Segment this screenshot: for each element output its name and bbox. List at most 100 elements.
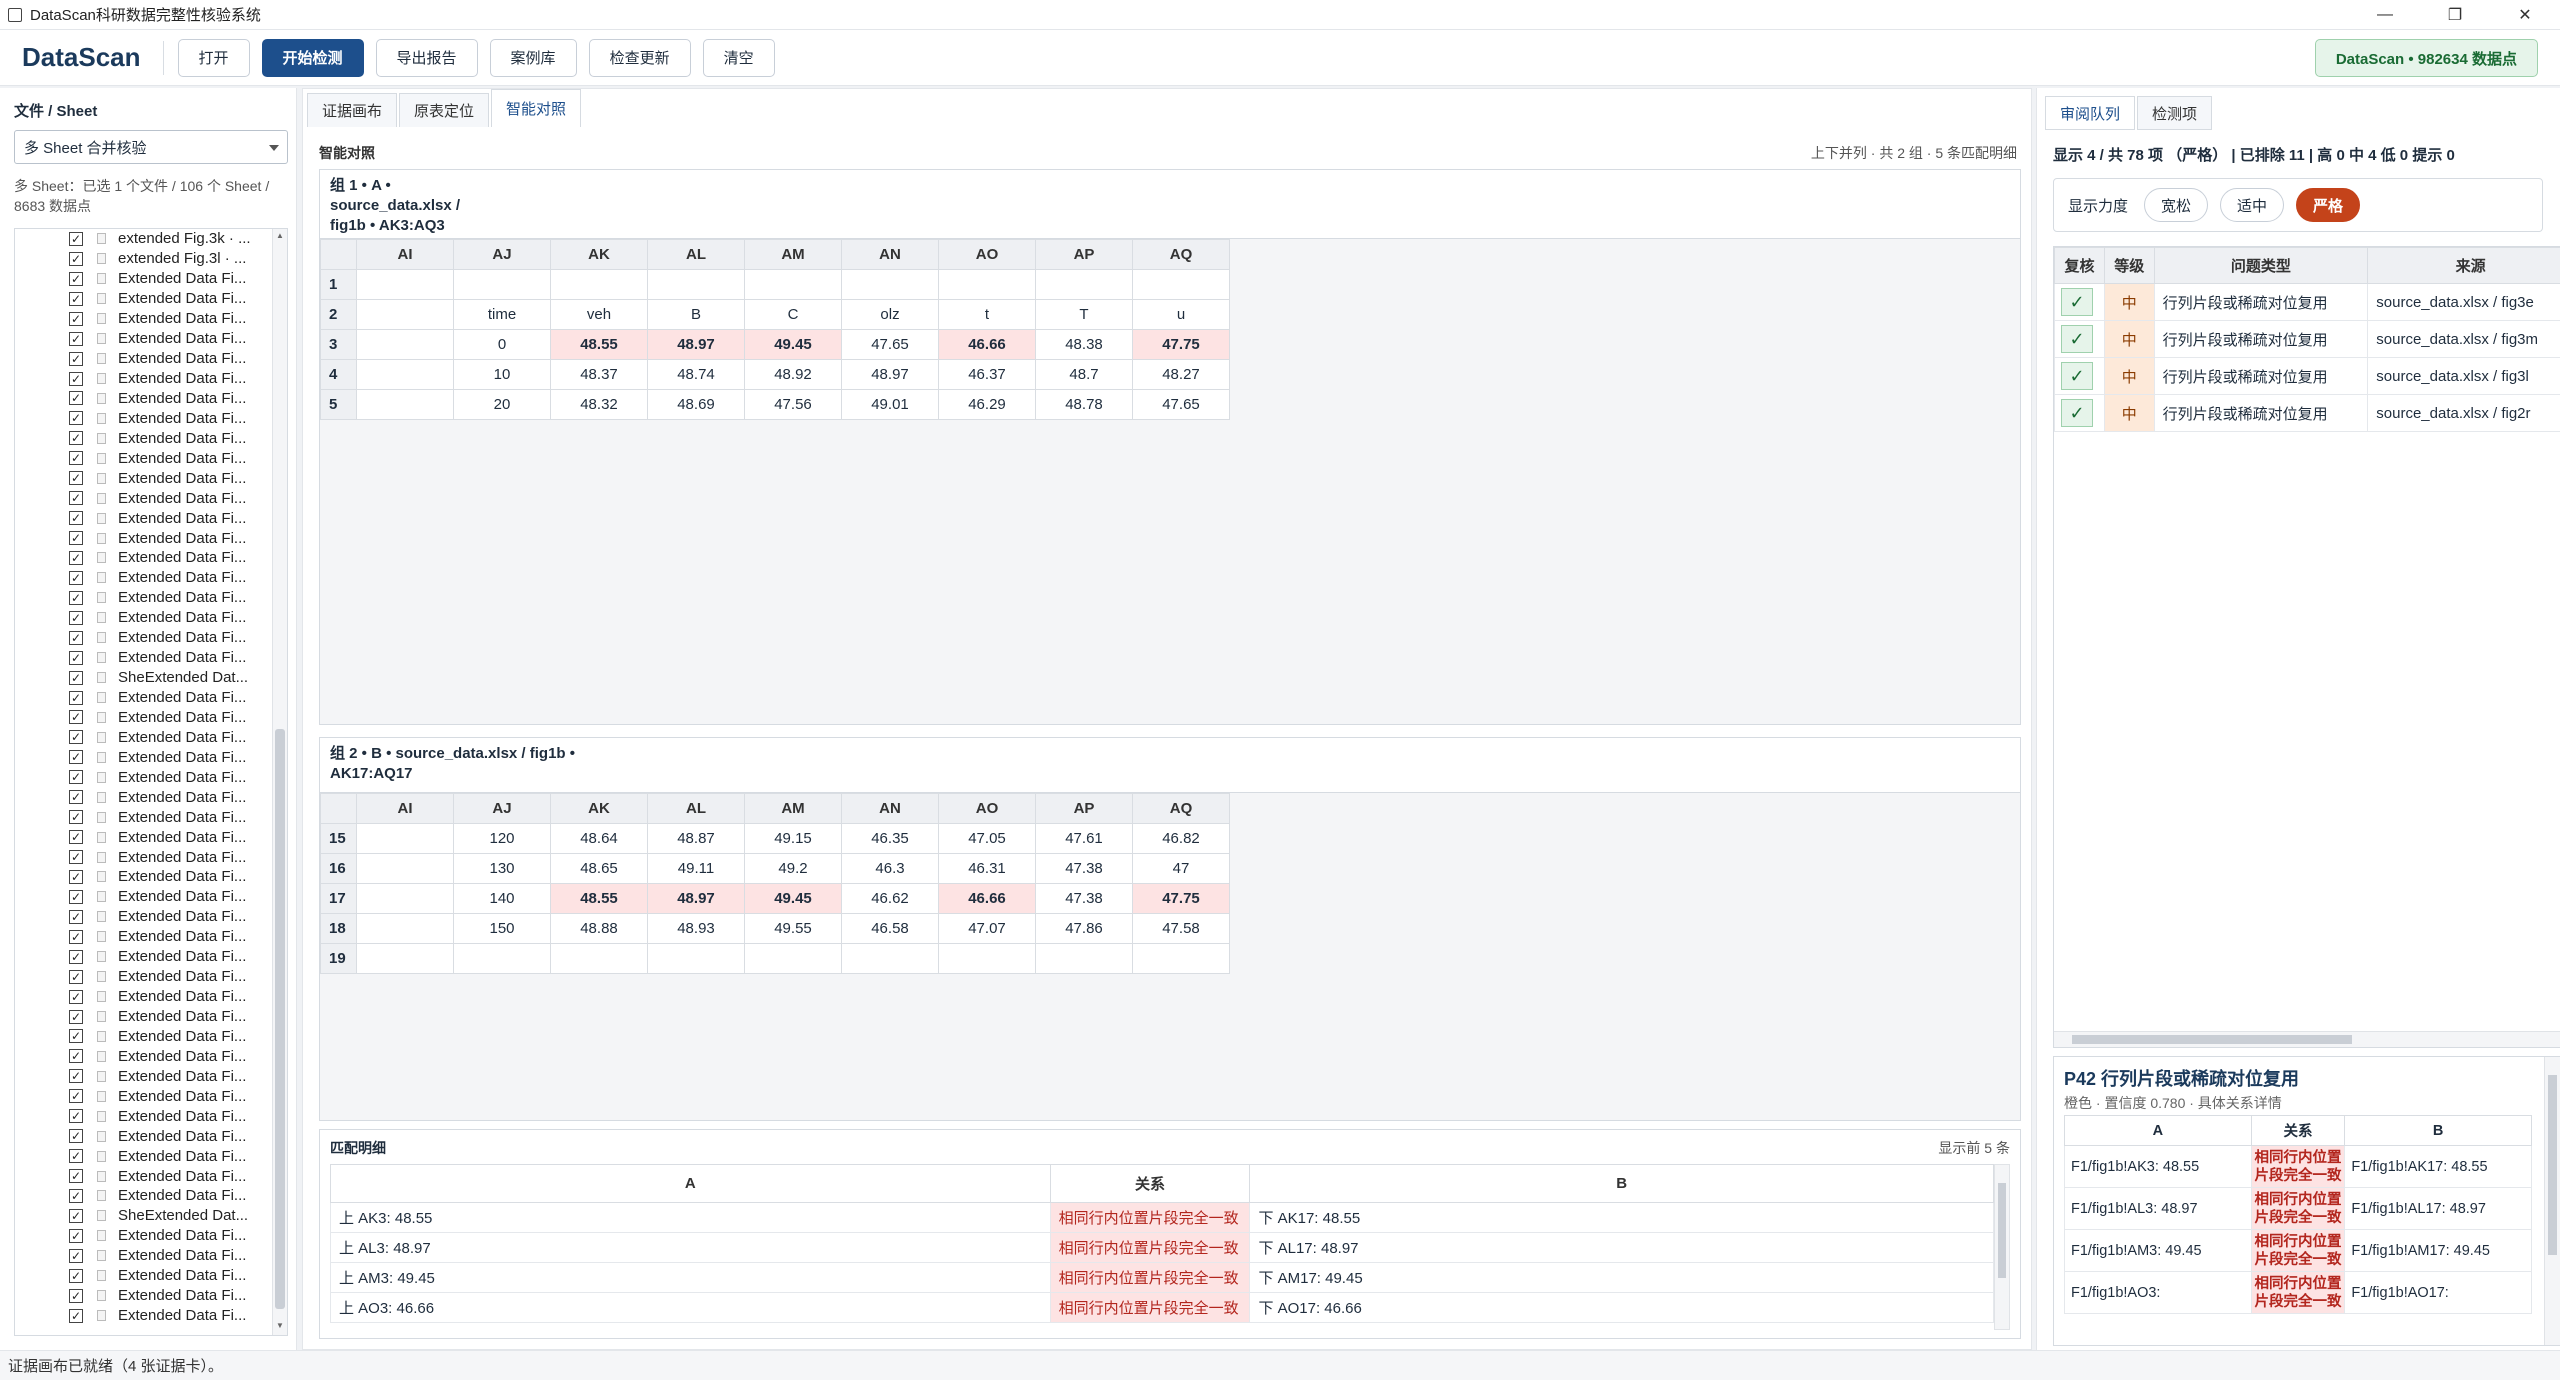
sheet-checkbox[interactable]: ✓ [69,291,83,306]
sheet-checkbox[interactable]: ✓ [69,331,83,346]
sheet-cell[interactable] [550,943,648,974]
sheet-checkbox[interactable]: ✓ [69,1188,83,1203]
scroll-thumb[interactable] [2072,1035,2352,1044]
mode-select[interactable]: 多 Sheet 合并核验 [14,130,288,164]
scroll-down-icon[interactable]: ▼ [275,1321,285,1333]
start-detect-button[interactable]: 开始检测 [261,38,364,77]
sheet-list-item[interactable]: ✓ Extended Data Fi... [15,1286,273,1306]
sheet-cell[interactable]: 47 [1132,853,1230,884]
sheet-list-item[interactable]: ✓ Extended Data Fi... [15,389,273,409]
sheet-cell[interactable]: 48.74 [647,359,745,390]
sheet-cell[interactable]: 140 [453,883,551,914]
check-icon[interactable]: ✓ [2061,288,2093,316]
sheet-cell[interactable]: 48.97 [647,883,745,914]
sheet-list-item[interactable]: ✓ Extended Data Fi... [15,967,273,987]
queue-row[interactable]: ✓ 中行列片段或稀疏对位复用 source_data.xlsx / fig2r [2054,394,2560,432]
strictness-loose-button[interactable]: 宽松 [2144,188,2209,222]
sheet-checkbox[interactable]: ✓ [69,1169,83,1184]
sheet-list-item[interactable]: ✓ Extended Data Fi... [15,588,273,608]
strictness-medium-button[interactable]: 适中 [2220,188,2285,222]
sheet-list-item[interactable]: ✓ Extended Data Fi... [15,1066,273,1086]
sheet-cell[interactable]: 48.69 [647,389,745,420]
sheet-list-item[interactable]: ✓ Extended Data Fi... [15,907,273,927]
sheet-checkbox[interactable]: ✓ [69,570,83,585]
sheet-cell[interactable] [453,943,551,974]
sheet-cell[interactable]: 46.37 [938,359,1036,390]
export-report-button[interactable]: 导出报告 [375,38,478,77]
sheet-cell[interactable]: t [938,299,1036,330]
tab-evidence-canvas[interactable]: 证据画布 [307,93,398,127]
sheet-checkbox[interactable]: ✓ [69,770,83,785]
sheet-list-item[interactable]: ✓ Extended Data Fi... [15,1027,273,1047]
sheet-list-item[interactable]: ✓ Extended Data Fi... [15,1226,273,1246]
sheet-cell[interactable] [938,943,1036,974]
sheet-cell[interactable]: 49.01 [841,389,939,420]
sheet-list-item[interactable]: ✓ Extended Data Fi... [15,1266,273,1286]
sheet-cell[interactable] [356,853,454,884]
sheet-cell[interactable]: 48.97 [647,329,745,360]
sheet-checkbox[interactable]: ✓ [69,650,83,665]
sheet-cell[interactable]: 46.66 [938,883,1036,914]
maximize-icon[interactable]: ❐ [2420,0,2490,30]
sheet-list-item[interactable]: ✓ Extended Data Fi... [15,309,273,329]
sheet-cell[interactable]: 46.31 [938,853,1036,884]
sheet-checkbox[interactable]: ✓ [69,1069,83,1084]
sheet-checkbox[interactable]: ✓ [69,889,83,904]
match-scrollbar[interactable] [1994,1164,2010,1330]
sheet-cell[interactable] [1132,269,1230,300]
sheet-checkbox[interactable]: ✓ [69,531,83,546]
sheet-list-item[interactable]: ✓ Extended Data Fi... [15,947,273,967]
sheet-list-item[interactable]: ✓ Extended Data Fi... [15,927,273,947]
sheet-cell[interactable] [356,299,454,330]
sheet-cell[interactable] [841,269,939,300]
detail-scrollbar[interactable] [2544,1057,2560,1345]
queue-row[interactable]: ✓ 中行列片段或稀疏对位复用 source_data.xlsx / fig3l [2054,357,2560,395]
sheet-cell[interactable]: 120 [453,823,551,854]
sheet-checkbox[interactable]: ✓ [69,231,83,246]
sheet-cell[interactable]: 47.05 [938,823,1036,854]
check-icon[interactable]: ✓ [2061,362,2093,390]
sheet-cell[interactable]: 48.55 [550,329,648,360]
sheet-list-item[interactable]: ✓ Extended Data Fi... [15,1007,273,1027]
sheet-list-item[interactable]: ✓ Extended Data Fi... [15,887,273,907]
sheet-cell[interactable] [938,269,1036,300]
sheet-checkbox[interactable]: ✓ [69,451,83,466]
sheet-cell[interactable]: 47.38 [1035,883,1133,914]
sheet-cell[interactable]: 10 [453,359,551,390]
sheet-checkbox[interactable]: ✓ [69,1009,83,1024]
sheet-cell[interactable] [744,269,842,300]
sheet-list-item[interactable]: ✓ Extended Data Fi... [15,428,273,448]
sheet-cell[interactable]: 48.38 [1035,329,1133,360]
sheet-cell[interactable] [744,943,842,974]
sheet-cell[interactable] [356,823,454,854]
scroll-up-icon[interactable]: ▲ [275,231,285,243]
sheet-cell[interactable] [356,329,454,360]
sheet-cell[interactable]: 48.37 [550,359,648,390]
sheet-cell[interactable]: 48.32 [550,389,648,420]
sheet-cell[interactable]: T [1035,299,1133,330]
sheet-checkbox[interactable]: ✓ [69,431,83,446]
sheet-list-item[interactable]: ✓ Extended Data Fi... [15,648,273,668]
match-row[interactable]: 上 AK3: 48.55 相同行内位置片段完全一致下 AK17: 48.55 [330,1202,1994,1233]
case-library-button[interactable]: 案例库 [489,38,577,77]
sheet-checkbox[interactable]: ✓ [69,311,83,326]
sheet-cell[interactable]: u [1132,299,1230,330]
sheet-list-item[interactable]: ✓ Extended Data Fi... [15,787,273,807]
sheet-checkbox[interactable]: ✓ [69,471,83,486]
sheet-cell[interactable]: time [453,299,551,330]
sheet-list-item[interactable]: ✓ Extended Data Fi... [15,847,273,867]
sheet-cell[interactable]: 48.27 [1132,359,1230,390]
sheet-list-item[interactable]: ✓ Extended Data Fi... [15,807,273,827]
sheet-checkbox[interactable]: ✓ [69,1029,83,1044]
sheet-cell[interactable]: 46.66 [938,329,1036,360]
minimize-icon[interactable]: — [2350,0,2420,30]
sheet-checkbox[interactable]: ✓ [69,949,83,964]
sheet-checkbox[interactable]: ✓ [69,909,83,924]
sheet-cell[interactable]: veh [550,299,648,330]
sheet-cell[interactable]: 48.64 [550,823,648,854]
sheet-list-item[interactable]: ✓ Extended Data Fi... [15,548,273,568]
sheet-checkbox[interactable]: ✓ [69,1228,83,1243]
queue-row[interactable]: ✓ 中行列片段或稀疏对位复用 source_data.xlsx / fig3e [2054,283,2560,321]
sheet-list-item[interactable]: ✓ Extended Data Fi... [15,508,273,528]
sheet-cell[interactable]: 48.93 [647,913,745,944]
